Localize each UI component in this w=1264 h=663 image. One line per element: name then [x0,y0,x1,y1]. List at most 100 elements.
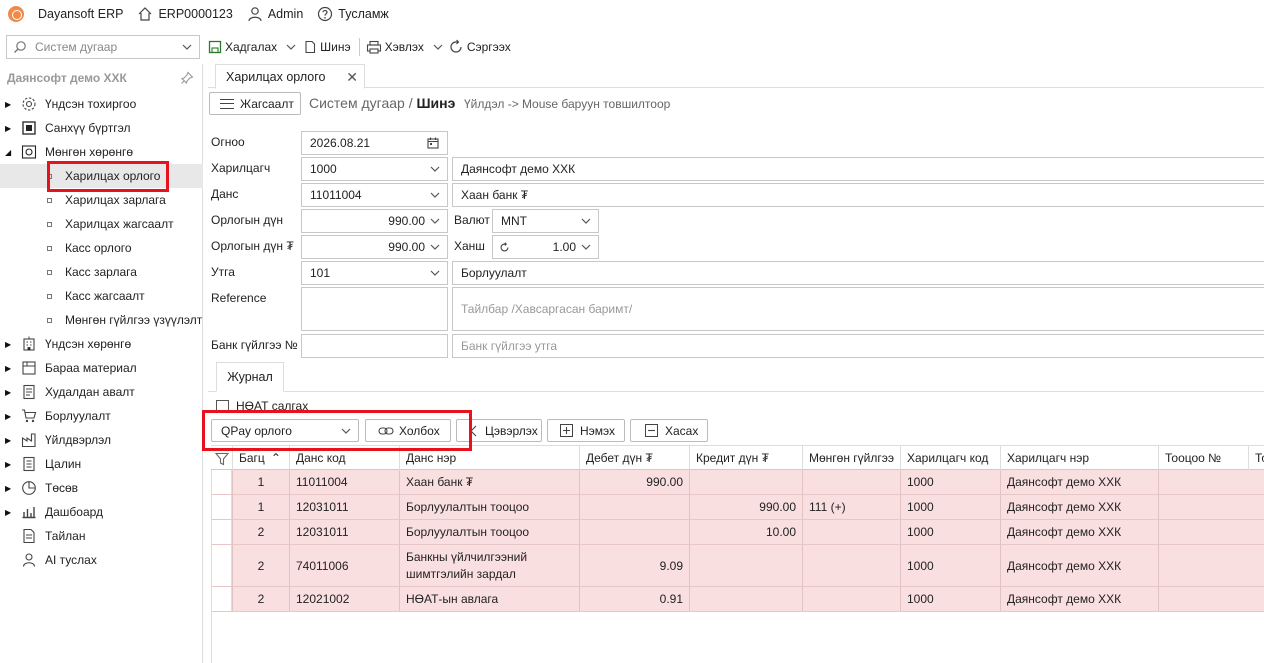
sidebar-item[interactable]: Касс жагсаалт [0,284,203,308]
table-cell[interactable]: 74011006 [289,545,399,586]
table-cell[interactable]: НӨАТ-ын авлага [399,587,579,611]
table-cell[interactable]: 12031011 [289,495,399,519]
expand-triangle-icon[interactable]: ▶ [5,364,11,373]
column-header[interactable]: Харилцагч нэр [1000,446,1158,470]
save-dropdown-icon[interactable] [285,41,297,53]
table-cell[interactable]: 2 [232,520,289,544]
table-cell[interactable]: 1 [232,470,289,494]
table-cell[interactable]: 9.09 [579,545,689,586]
pin-icon[interactable] [180,71,194,85]
row-selector[interactable] [211,470,232,494]
table-row[interactable]: 1 11011004 Хаан банк ₮ 990.00 1000 Даянсофт д… [211,470,1264,495]
tab-journal[interactable]: Журнал [216,362,284,392]
table-cell[interactable]: Даянсофт демо ХХК [1000,520,1158,544]
row-selector[interactable] [211,495,232,519]
table-cell[interactable]: Даянсофт демо ХХК [1000,545,1158,586]
sidebar-item[interactable]: ▶ Борлуулалт [0,404,203,428]
bank-txn-note-field[interactable]: Банк гүйлгээ утга [452,334,1264,358]
currency-select[interactable]: MNT [492,209,599,233]
table-row[interactable]: 2 74011006 Банкны үйлчилгээний шимтгэлийн … [211,545,1264,587]
account-code-select[interactable]: 11011004 [301,183,448,207]
table-cell[interactable] [1158,495,1248,519]
expand-triangle-icon[interactable]: ▶ [5,124,11,133]
print-button[interactable]: Хэвлэх [366,40,424,54]
sidebar-item[interactable]: ▶ Санхүү бүртгэл [0,116,203,140]
table-cell[interactable]: 2 [232,587,289,611]
home-link[interactable]: ERP0000123 [137,6,233,22]
column-header[interactable]: То [1248,446,1264,470]
partner-code-select[interactable]: 1000 [301,157,448,181]
sidebar-item[interactable]: ▶ Үйлдвэрлэл [0,428,203,452]
new-button[interactable]: Шинэ [303,40,351,54]
chevron-down-icon[interactable] [580,215,592,227]
table-cell[interactable]: 990.00 [689,495,802,519]
list-button[interactable]: Жагсаалт [209,92,301,115]
sidebar-item[interactable]: AI туслах [0,548,203,572]
table-cell[interactable]: 11011004 [289,470,399,494]
table-cell[interactable] [802,587,900,611]
table-cell[interactable] [802,520,900,544]
table-cell[interactable]: Даянсофт демо ХХК [1000,470,1158,494]
table-cell[interactable]: 12021002 [289,587,399,611]
table-cell[interactable]: Борлуулалтын тооцоо [399,520,579,544]
amount-field[interactable]: 990.00 [301,209,448,233]
row-selector[interactable] [211,545,232,586]
table-cell[interactable] [579,520,689,544]
table-cell[interactable]: 111 (+) [802,495,900,519]
table-cell[interactable] [1158,520,1248,544]
table-cell[interactable] [1158,545,1248,586]
column-header[interactable]: Мөнгөн гүйлгээ [802,446,900,470]
help-link[interactable]: Тусламж [317,6,389,22]
table-cell[interactable] [689,587,802,611]
table-row[interactable]: 2 12021002 НӨАТ-ын авлага 0.91 1000 Даянсофт … [211,587,1264,612]
sidebar-item[interactable]: ▶ Цалин [0,452,203,476]
tab-partner-income[interactable]: Харилцах орлого ✕ [215,64,365,89]
table-cell[interactable]: Хаан банк ₮ [399,470,579,494]
refresh-rate-icon[interactable] [499,242,510,253]
row-selector[interactable] [211,587,232,611]
reference-field[interactable] [301,287,448,331]
expand-triangle-icon[interactable]: ▶ [5,388,11,397]
expand-triangle-icon[interactable]: ▶ [5,508,11,517]
chevron-down-icon[interactable] [429,241,441,253]
table-cell[interactable]: 1000 [900,520,1000,544]
sidebar-item[interactable]: Касс зарлага [0,260,203,284]
table-cell[interactable]: 2 [232,545,289,586]
table-cell[interactable]: 1000 [900,470,1000,494]
table-row[interactable]: 1 12031011 Борлуулалтын тооцоо 990.00 111 (+… [211,495,1264,520]
save-button[interactable]: Хадгалах [208,40,277,54]
partner-name-field[interactable]: Даянсофт демо ХХК [452,157,1264,181]
expand-triangle-icon[interactable]: ▶ [5,436,11,445]
filter-icon[interactable] [215,452,229,466]
expand-triangle-icon[interactable]: ▶ [5,340,11,349]
chevron-down-icon[interactable] [429,215,441,227]
table-cell[interactable]: 1000 [900,545,1000,586]
column-header[interactable]: Харилцагч код [900,446,1000,470]
column-header[interactable]: Кредит дүн ₮ [689,446,802,470]
sidebar-item[interactable]: Мөнгөн гүйлгээ үзүүлэлт [0,308,203,332]
sidebar-item[interactable]: Тайлан [0,524,203,548]
table-cell[interactable] [802,470,900,494]
table-cell[interactable] [579,495,689,519]
column-header[interactable]: Тооцоо № [1158,446,1248,470]
refresh-button[interactable]: Сэргээх [448,39,511,55]
sidebar-item[interactable]: ▶ Үндсэн тохиргоо [0,92,203,116]
expand-triangle-icon[interactable]: ▶ [5,460,11,469]
system-number-search[interactable]: Систем дугаар [6,35,200,59]
close-icon[interactable]: ✕ [346,69,358,86]
table-cell[interactable] [802,545,900,586]
column-header[interactable]: Дебет дүн ₮ [579,446,689,470]
sidebar-item[interactable]: ▶ Дашбоард [0,500,203,524]
note-field[interactable]: Тайлбар /Хавсаргасан баримт/ [452,287,1264,331]
sidebar-item[interactable]: Касс орлого [0,236,203,260]
sidebar-item[interactable]: ▶ Худалдан авалт [0,380,203,404]
bank-txn-field[interactable] [301,334,448,358]
table-cell[interactable]: 1000 [900,495,1000,519]
table-cell[interactable]: 10.00 [689,520,802,544]
table-cell[interactable] [689,470,802,494]
chevron-down-icon[interactable] [181,41,193,53]
table-row[interactable]: 2 12031011 Борлуулалтын тооцоо 10.00 1000 Дая… [211,520,1264,545]
collapse-triangle-icon[interactable]: ◢ [5,148,11,157]
table-cell[interactable]: 990.00 [579,470,689,494]
account-name-field[interactable]: Хаан банк ₮ [452,183,1264,207]
